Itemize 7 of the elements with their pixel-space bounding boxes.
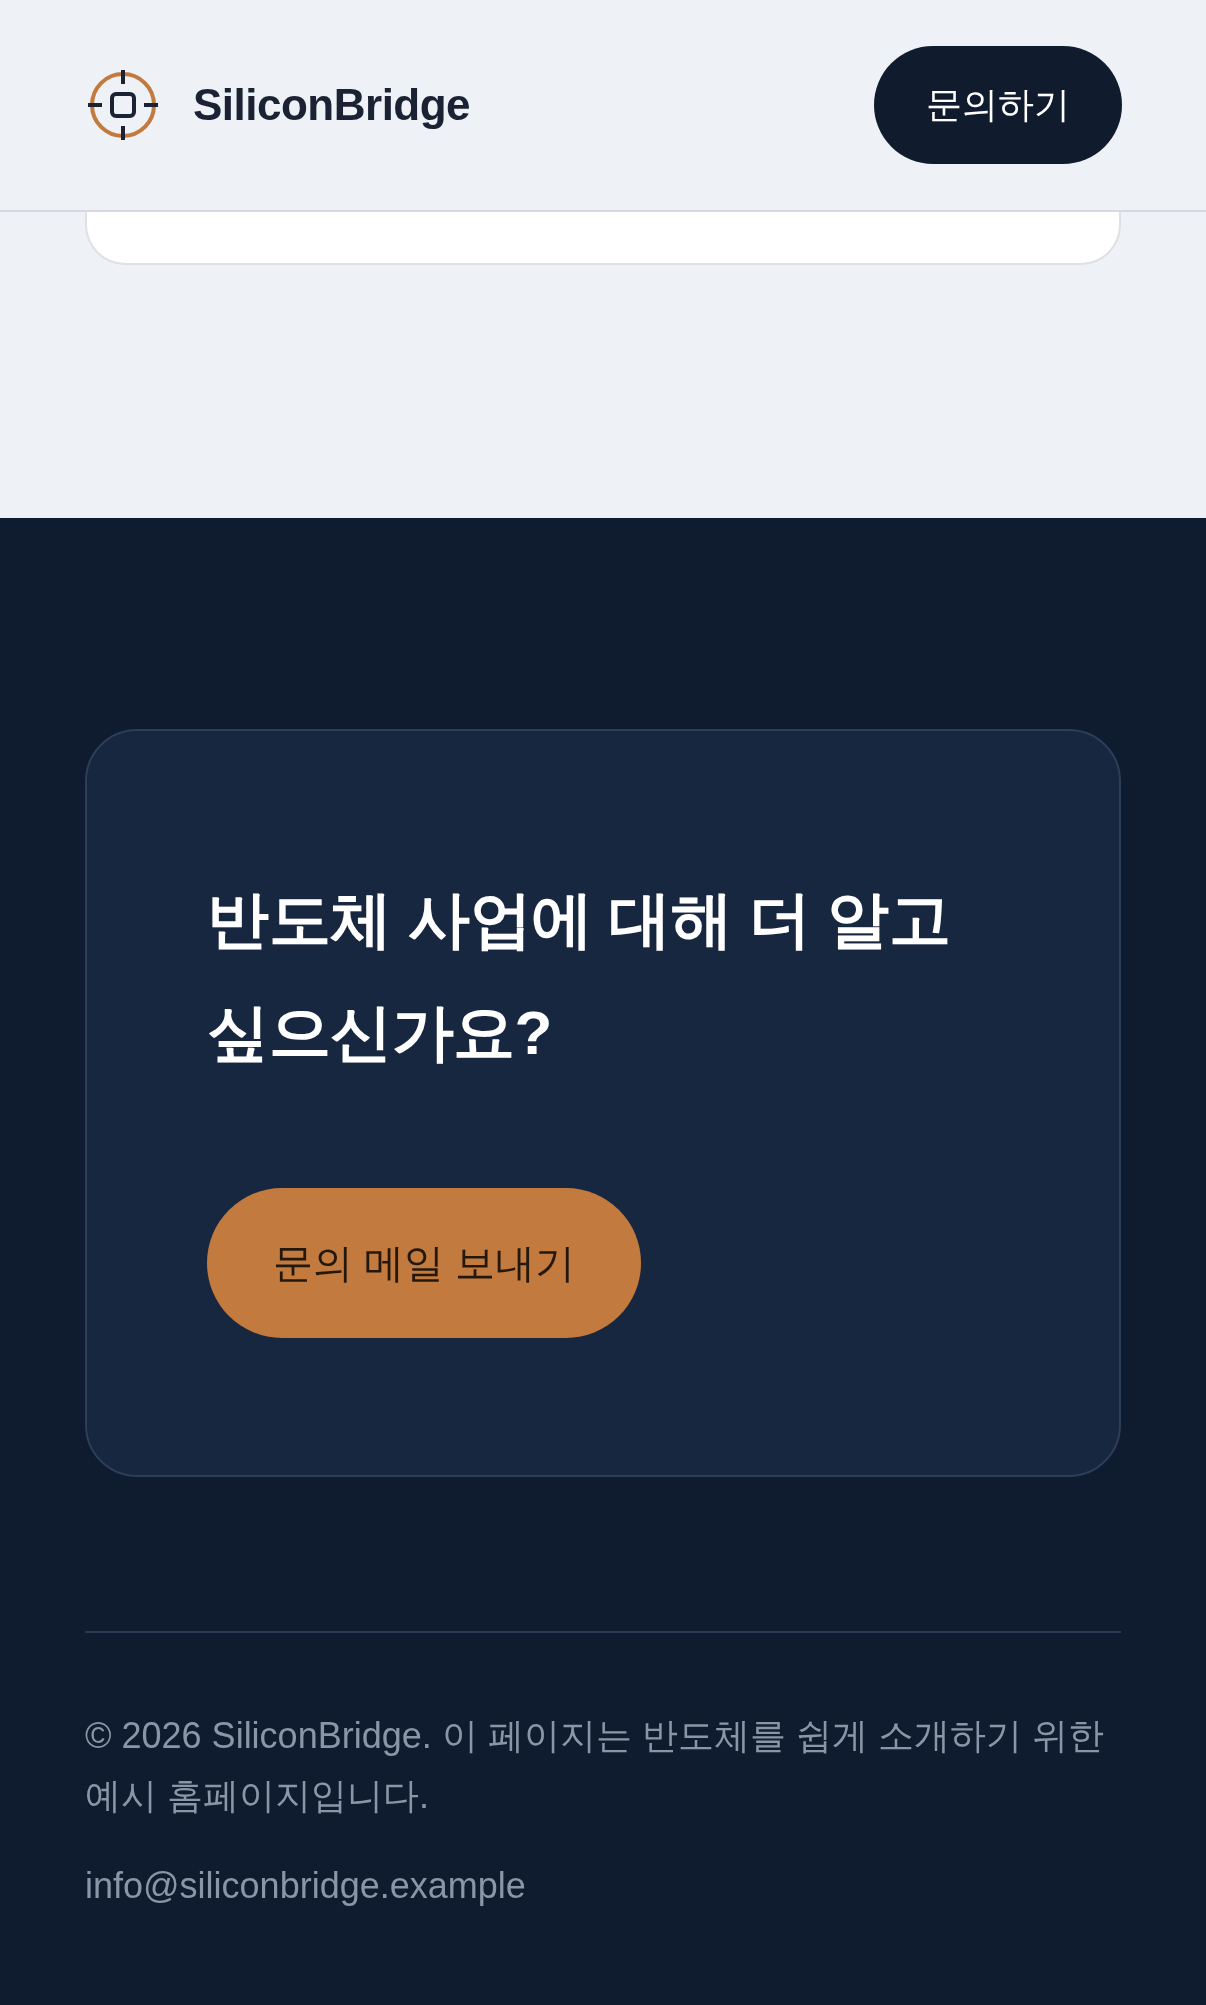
footer-notice: © 2026 SiliconBridge. 이 페이지는 반도체를 쉽게 소개하기 위한 예시 홈페이지입니다. <box>85 1714 1105 1818</box>
crosshair-logo-icon <box>87 69 159 141</box>
send-email-button[interactable]: 문의 메일 보내기 <box>207 1188 642 1338</box>
footer-email: info@siliconbridge.example <box>85 1864 527 1908</box>
cta-heading: 반도체 사업에 대해 더 알고 싶으신가요? <box>207 884 952 1069</box>
contact-button[interactable]: 문의하기 <box>874 46 1122 164</box>
brand-name: SiliconBridge <box>193 80 471 130</box>
